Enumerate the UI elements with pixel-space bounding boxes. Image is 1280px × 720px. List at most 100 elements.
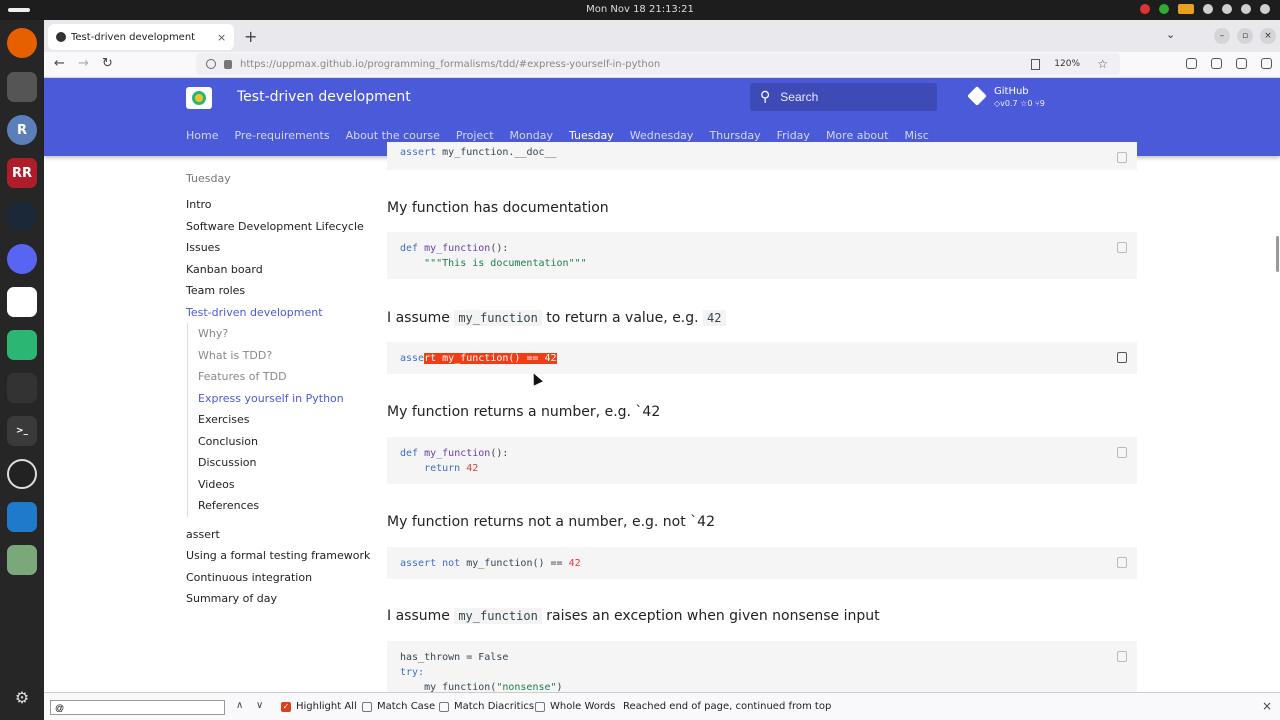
maximize-button[interactable]: ▫ bbox=[1237, 28, 1253, 44]
shield-icon[interactable] bbox=[1159, 4, 1169, 14]
zoom-level[interactable]: 120% bbox=[1054, 59, 1080, 69]
match-case-checkbox[interactable]: Match Case bbox=[362, 701, 435, 712]
sidebar-item-assert[interactable]: assert bbox=[186, 524, 361, 546]
checkbox-icon[interactable] bbox=[535, 701, 545, 712]
wifi-icon[interactable] bbox=[1222, 4, 1232, 14]
find-input[interactable] bbox=[50, 700, 225, 715]
nav-thursday[interactable]: Thursday bbox=[709, 129, 760, 142]
microphone-icon[interactable] bbox=[1203, 4, 1213, 14]
copy-icon[interactable] bbox=[1117, 651, 1127, 662]
pocket-icon[interactable] bbox=[1186, 58, 1197, 69]
url-bar[interactable]: https://uppmax.github.io/programming_for… bbox=[196, 53, 1120, 75]
slack-icon[interactable] bbox=[7, 287, 37, 317]
find-close-button[interactable]: × bbox=[1262, 699, 1272, 713]
toolbar-icons bbox=[1186, 58, 1272, 69]
highlight-all-checkbox[interactable]: ✓ Highlight All bbox=[281, 701, 357, 712]
rstudio-icon[interactable]: RR bbox=[7, 158, 37, 188]
search-input[interactable] bbox=[780, 90, 911, 104]
sidebar-item-issues[interactable]: Issues bbox=[186, 237, 361, 259]
tab-close-icon[interactable]: × bbox=[217, 31, 226, 44]
list-tabs-button[interactable]: ⌄ bbox=[1166, 28, 1175, 41]
firefox-icon[interactable] bbox=[7, 28, 37, 58]
sidebar-item-testing-framework[interactable]: Using a formal testing framework bbox=[186, 545, 370, 567]
r-icon[interactable]: R bbox=[7, 115, 37, 145]
nav-monday[interactable]: Monday bbox=[510, 129, 553, 142]
sidebar-item-kanban-board[interactable]: Kanban board bbox=[186, 259, 361, 281]
nav-wednesday[interactable]: Wednesday bbox=[630, 129, 694, 142]
nav-project[interactable]: Project bbox=[456, 129, 494, 142]
nav-friday[interactable]: Friday bbox=[777, 129, 810, 142]
forward-button[interactable]: → bbox=[78, 56, 89, 71]
show-apps-icon[interactable]: ⚙ bbox=[7, 682, 37, 712]
menu-icon[interactable] bbox=[1261, 58, 1272, 69]
search-box[interactable]: ⚲ bbox=[750, 83, 937, 111]
copy-icon[interactable] bbox=[1117, 447, 1127, 458]
copy-icon[interactable] bbox=[1117, 242, 1127, 253]
sidebar-subitem-express-yourself[interactable]: Express yourself in Python bbox=[187, 387, 361, 409]
sidebar-subitem-features[interactable]: Features of TDD bbox=[187, 366, 361, 388]
tab-test-driven-development[interactable]: Test-driven development × bbox=[48, 24, 234, 50]
discord-icon[interactable] bbox=[7, 244, 37, 274]
terminal-icon[interactable]: >_ bbox=[7, 416, 37, 446]
minimize-button[interactable]: – bbox=[1214, 28, 1230, 44]
close-window-button[interactable]: × bbox=[1260, 28, 1276, 44]
whole-words-checkbox[interactable]: Whole Words bbox=[535, 701, 615, 712]
obs-icon[interactable] bbox=[7, 459, 37, 489]
sidebar-item-intro[interactable]: Intro bbox=[186, 194, 361, 216]
trash-icon[interactable] bbox=[7, 545, 37, 575]
files-icon[interactable] bbox=[7, 72, 37, 102]
system-clock[interactable]: Mon Nov 18 21:13:21 bbox=[0, 4, 1280, 15]
inkscape-icon[interactable] bbox=[7, 373, 37, 403]
find-bar: ∧ ∨ ✓ Highlight All Match Case Match Diac… bbox=[44, 692, 1280, 720]
nav-misc[interactable]: Misc bbox=[904, 129, 928, 142]
checkbox-checked-icon[interactable]: ✓ bbox=[281, 701, 291, 712]
lock-icon[interactable] bbox=[224, 59, 232, 69]
sync-icon[interactable] bbox=[7, 330, 37, 360]
site-logo[interactable] bbox=[186, 87, 212, 109]
volume-icon[interactable] bbox=[1241, 4, 1251, 14]
nav-tuesday[interactable]: Tuesday bbox=[569, 129, 614, 142]
repo-name[interactable]: GitHub bbox=[994, 86, 1029, 97]
sidebar-item-summary[interactable]: Summary of day bbox=[186, 588, 361, 610]
copy-icon[interactable] bbox=[1117, 557, 1127, 568]
sidebar-subitem-what-is-tdd[interactable]: What is TDD? bbox=[187, 344, 361, 366]
steam-icon[interactable] bbox=[7, 201, 37, 231]
vscode-icon[interactable] bbox=[7, 502, 37, 532]
reload-button[interactable]: ↻ bbox=[102, 56, 113, 71]
sidebar-subitem-conclusion[interactable]: Conclusion bbox=[187, 430, 361, 452]
text-selection-highlight[interactable]: rt my_function() == 42 bbox=[424, 353, 557, 364]
sidebar-item-ci[interactable]: Continuous integration bbox=[186, 567, 361, 589]
sidebar-item-sdlc[interactable]: Software Development Lifecycle bbox=[186, 216, 364, 238]
battery-icon[interactable] bbox=[1260, 4, 1270, 14]
sidebar-subitem-references[interactable]: References bbox=[187, 495, 361, 517]
system-tray[interactable] bbox=[1140, 4, 1270, 14]
sidebar-item-tdd[interactable]: Test-driven development bbox=[186, 302, 361, 324]
back-button[interactable]: ← bbox=[54, 56, 65, 71]
bookmark-star-icon[interactable]: ☆ bbox=[1097, 57, 1108, 71]
find-previous-button[interactable]: ∧ bbox=[236, 700, 243, 711]
record-icon[interactable] bbox=[1140, 4, 1150, 14]
nav-pre-requirements[interactable]: Pre-requirements bbox=[234, 129, 329, 142]
nav-about-the-course[interactable]: About the course bbox=[346, 129, 440, 142]
sidebar-subitem-why[interactable]: Why? bbox=[187, 323, 361, 345]
sidebar-item-team-roles[interactable]: Team roles bbox=[186, 280, 361, 302]
sidebar-subitem-videos[interactable]: Videos bbox=[187, 473, 361, 495]
copy-icon[interactable] bbox=[1117, 152, 1127, 163]
find-next-button[interactable]: ∨ bbox=[256, 700, 263, 711]
tracking-protection-icon[interactable] bbox=[206, 59, 216, 69]
extensions-icon[interactable] bbox=[1236, 58, 1247, 69]
url-text[interactable]: https://uppmax.github.io/programming_for… bbox=[240, 59, 660, 70]
new-tab-button[interactable]: + bbox=[244, 27, 257, 46]
nav-home[interactable]: Home bbox=[186, 129, 218, 142]
checkbox-icon[interactable] bbox=[362, 701, 372, 712]
account-icon[interactable] bbox=[1211, 58, 1222, 69]
reader-view-icon[interactable] bbox=[1031, 58, 1040, 70]
copy-icon[interactable] bbox=[1117, 352, 1127, 363]
sidebar-subitem-discussion[interactable]: Discussion bbox=[187, 452, 361, 474]
nav-more-about[interactable]: More about bbox=[826, 129, 889, 142]
app-indicator-icon[interactable] bbox=[1178, 4, 1194, 14]
checkbox-icon[interactable] bbox=[439, 701, 449, 712]
match-diacritics-checkbox[interactable]: Match Diacritics bbox=[439, 701, 534, 712]
page-scrollbar-thumb[interactable] bbox=[1276, 236, 1279, 272]
sidebar-subitem-exercises[interactable]: Exercises bbox=[187, 409, 361, 431]
